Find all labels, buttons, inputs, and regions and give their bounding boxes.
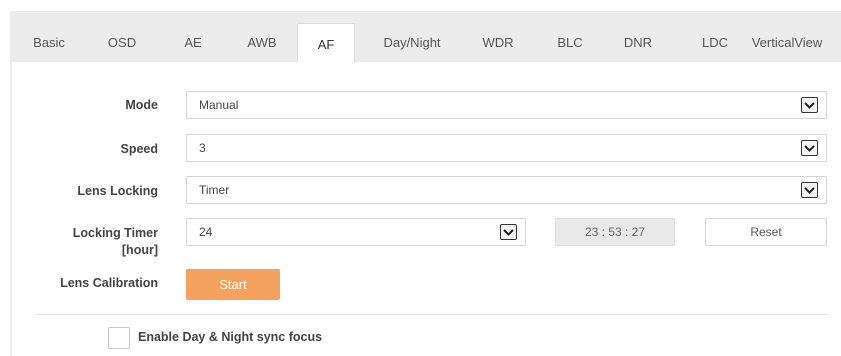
locking-timer-select[interactable]: 24 bbox=[186, 218, 526, 246]
lens-calibration-label: Lens Calibration bbox=[60, 276, 158, 290]
sync-focus-label: Enable Day & Night sync focus bbox=[138, 330, 323, 344]
chevron-down-icon bbox=[801, 182, 818, 198]
tab-dnr[interactable]: DNR bbox=[618, 25, 658, 61]
chevron-down-icon bbox=[500, 224, 517, 240]
speed-label: Speed bbox=[120, 142, 158, 156]
lens-locking-label: Lens Locking bbox=[77, 184, 158, 198]
mode-select[interactable]: Manual bbox=[186, 91, 827, 119]
tab-wdr[interactable]: WDR bbox=[478, 25, 518, 61]
tab-awb[interactable]: AWB bbox=[242, 25, 282, 61]
speed-select[interactable]: 3 bbox=[186, 134, 827, 162]
af-settings-panel: Mode Manual Speed 3 Lens Locking Timer L… bbox=[12, 62, 841, 356]
locking-timer-countdown: 23 : 53 : 27 bbox=[555, 218, 675, 246]
chevron-down-icon bbox=[801, 140, 818, 156]
lens-locking-select[interactable]: Timer bbox=[186, 176, 827, 204]
tab-basic[interactable]: Basic bbox=[28, 25, 70, 61]
mode-label: Mode bbox=[125, 98, 158, 112]
tab-ldc[interactable]: LDC bbox=[698, 25, 732, 61]
tab-ae[interactable]: AE bbox=[178, 25, 208, 61]
tab-blc[interactable]: BLC bbox=[552, 25, 588, 61]
locking-timer-unit-label: [hour] bbox=[121, 243, 158, 257]
chevron-down-icon bbox=[801, 97, 818, 113]
locking-timer-label: Locking Timer bbox=[72, 226, 158, 240]
reset-button[interactable]: Reset bbox=[705, 218, 827, 246]
start-calibration-button[interactable]: Start bbox=[186, 269, 280, 300]
divider bbox=[36, 314, 828, 315]
speed-value: 3 bbox=[199, 141, 206, 155]
locking-timer-value: 24 bbox=[199, 225, 213, 239]
tab-verticalview[interactable]: VerticalView bbox=[739, 25, 835, 61]
tab-bar: Basic OSD AE AWB AF Day/Night WDR BLC DN… bbox=[10, 11, 841, 63]
settings-frame: Basic OSD AE AWB AF Day/Night WDR BLC DN… bbox=[10, 11, 841, 356]
sync-focus-checkbox[interactable] bbox=[108, 327, 130, 349]
tab-day-night[interactable]: Day/Night bbox=[376, 25, 448, 61]
lens-locking-value: Timer bbox=[199, 183, 230, 197]
tab-af[interactable]: AF bbox=[297, 23, 355, 63]
mode-value: Manual bbox=[199, 98, 239, 112]
tab-osd[interactable]: OSD bbox=[102, 25, 142, 61]
